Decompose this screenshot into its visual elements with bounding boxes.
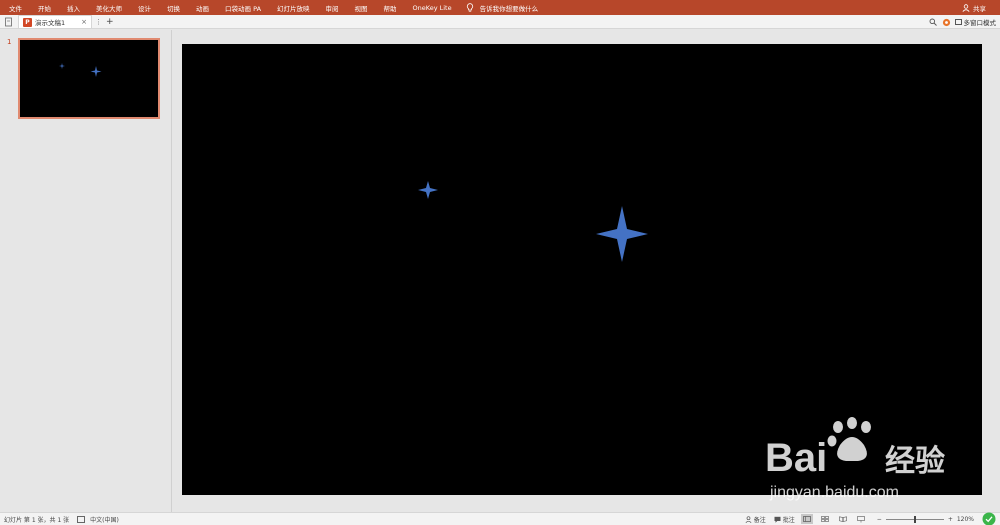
menu-review[interactable]: 审阅 xyxy=(318,3,347,13)
slideshow-view-button[interactable] xyxy=(855,514,867,524)
small-four-point-star[interactable] xyxy=(418,181,438,199)
menu-help[interactable]: 帮助 xyxy=(376,3,405,13)
notes-icon xyxy=(745,515,752,523)
person-icon xyxy=(962,3,970,12)
large-four-point-star[interactable] xyxy=(596,206,648,262)
multi-window-mode-button[interactable]: 多窗口模式 xyxy=(954,17,997,27)
document-tab-bar: P 演示文稿1 × ⋮ + 多窗口模式 xyxy=(0,15,1000,29)
slide-thumbnail-pane: 1 xyxy=(0,30,172,512)
search-icon[interactable] xyxy=(927,16,939,28)
comments-label: 批注 xyxy=(782,516,795,524)
menu-animations[interactable]: 动画 xyxy=(188,3,217,13)
gear-icon[interactable] xyxy=(941,16,953,28)
menu-beautify-master[interactable]: 美化大师 xyxy=(88,3,130,13)
menu-home[interactable]: 开始 xyxy=(30,3,59,13)
watermark-brand-cn: 经验 xyxy=(885,444,945,479)
powerpoint-window: 文件 开始 插入 美化大师 设计 切换 动画 口袋动画 PA 幻灯片放映 审阅 … xyxy=(0,0,1000,525)
menu-file[interactable]: 文件 xyxy=(0,3,30,13)
multi-window-label: 多窗口模式 xyxy=(963,19,997,27)
menu-onekey-lite[interactable]: OneKey Lite xyxy=(405,4,460,12)
lightbulb-icon xyxy=(466,3,473,12)
notes-label: 备注 xyxy=(753,516,766,524)
zoom-percentage[interactable]: 120% xyxy=(957,516,974,523)
fit-to-window-icon[interactable] xyxy=(982,512,996,525)
slide-number: 1 xyxy=(7,38,12,46)
doc-tab-label: 演示文稿1 xyxy=(35,19,66,27)
file-icon[interactable] xyxy=(4,17,14,27)
comment-icon xyxy=(774,516,781,523)
tab-bar-right-tools: 多窗口模式 xyxy=(927,15,1000,29)
share-label: 共享 xyxy=(973,4,986,13)
zoom-control: − + 120% xyxy=(877,512,996,525)
watermark-url: jingyan.baidu.com xyxy=(769,484,899,501)
language-indicator[interactable]: 中文(中国) xyxy=(90,515,119,524)
normal-view-icon xyxy=(802,516,811,522)
slide-info: 幻灯片 第 1 张，共 1 张 xyxy=(4,516,70,524)
zoom-slider[interactable] xyxy=(885,515,944,523)
zoom-slider-handle[interactable] xyxy=(913,515,916,523)
ribbon-menu-bar: 文件 开始 插入 美化大师 设计 切换 动画 口袋动画 PA 幻灯片放映 审阅 … xyxy=(0,0,1000,15)
reading-view-button[interactable] xyxy=(837,514,849,524)
menu-transitions[interactable]: 切换 xyxy=(159,3,188,13)
baidu-jingyan-watermark: Bai 经验 jingyan.baidu.com xyxy=(760,415,960,505)
slide-sorter-icon xyxy=(820,516,829,522)
menu-insert[interactable]: 插入 xyxy=(59,3,88,13)
tell-me-search[interactable]: 告诉我你想要做什么 xyxy=(466,3,539,13)
status-bar: 幻灯片 第 1 张，共 1 张 中文(中国) 备注 批注 − + 120% xyxy=(0,512,1000,525)
normal-view-button[interactable] xyxy=(800,514,813,524)
spellcheck-icon[interactable] xyxy=(77,515,86,523)
thumbnail-small-star xyxy=(59,63,65,69)
powerpoint-icon: P xyxy=(23,17,32,27)
zoom-in-button[interactable]: + xyxy=(948,516,953,523)
comments-button[interactable]: 批注 xyxy=(774,515,795,524)
share-button[interactable]: 共享 xyxy=(962,0,986,15)
thumbnail-large-star xyxy=(90,66,102,77)
tell-me-label: 告诉我你想要做什么 xyxy=(479,4,539,13)
menu-pocket-animation[interactable]: 口袋动画 PA xyxy=(217,3,269,13)
window-icon xyxy=(954,19,962,25)
reading-view-icon xyxy=(838,516,847,522)
notes-button[interactable]: 备注 xyxy=(745,515,766,524)
slideshow-icon xyxy=(856,515,865,522)
slide-sorter-view-button[interactable] xyxy=(819,514,831,524)
watermark-brand: Bai xyxy=(765,436,827,480)
slide-thumbnail[interactable] xyxy=(18,38,160,119)
thumbnail-canvas xyxy=(59,63,102,77)
more-options-icon[interactable]: ⋮ xyxy=(95,18,102,26)
watermark-logo: Bai 经验 jingyan.baidu.com xyxy=(765,417,945,501)
add-tab-icon[interactable]: + xyxy=(106,17,114,27)
zoom-out-button[interactable]: − xyxy=(877,516,882,523)
menu-design[interactable]: 设计 xyxy=(130,3,159,13)
doc-tab-presentation1[interactable]: P 演示文稿1 × xyxy=(18,15,93,28)
menu-slideshow[interactable]: 幻灯片放映 xyxy=(269,3,318,13)
menu-view[interactable]: 视图 xyxy=(347,3,376,13)
close-icon[interactable]: × xyxy=(81,18,87,26)
